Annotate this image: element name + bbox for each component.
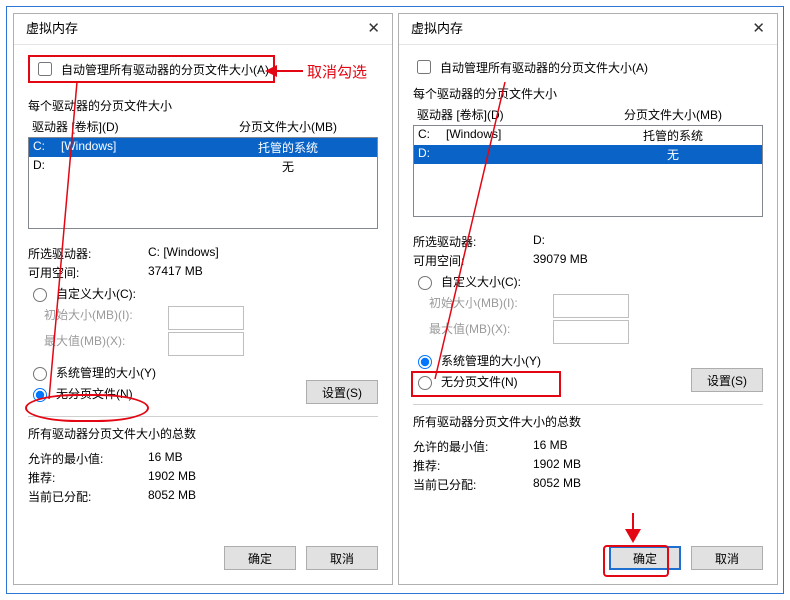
auto-manage-checkbox[interactable] [417, 60, 431, 74]
drive-list[interactable]: C: [Windows] 托管的系统 D: 无 [413, 125, 763, 217]
free-space-value: 39079 MB [533, 252, 588, 269]
allowed-min-value: 16 MB [533, 438, 568, 455]
no-paging-label: 无分页文件(N) [56, 385, 133, 402]
allowed-min-label: 允许的最小值: [413, 438, 533, 455]
max-size-input[interactable] [553, 320, 629, 344]
cancel-button[interactable]: 取消 [306, 546, 378, 570]
drive-list[interactable]: C: [Windows] 托管的系统 D: 无 [28, 137, 378, 229]
initial-size-label: 初始大小(MB)(I): [413, 294, 549, 318]
rec-label: 推荐: [28, 469, 148, 486]
per-drive-heading: 每个驱动器的分页文件大小 [28, 97, 378, 114]
cur-label: 当前已分配: [28, 488, 148, 505]
system-managed-radio[interactable] [418, 355, 432, 369]
no-paging-label: 无分页文件(N) [441, 373, 518, 390]
list-item[interactable]: D: 无 [414, 145, 762, 164]
no-paging-radio[interactable] [418, 376, 432, 390]
system-managed-label: 系统管理的大小(Y) [441, 352, 541, 369]
rec-value: 1902 MB [533, 457, 581, 474]
dialog-title: 虚拟内存 [26, 14, 78, 44]
ok-button[interactable]: 确定 [224, 546, 296, 570]
virtual-memory-dialog-right: 虚拟内存 ✕ 自动管理所有驱动器的分页文件大小(A) 每个驱动器的分页文件大小 … [398, 13, 778, 585]
custom-size-radio[interactable] [418, 276, 432, 290]
per-drive-heading: 每个驱动器的分页文件大小 [413, 85, 763, 102]
system-managed-label: 系统管理的大小(Y) [56, 364, 156, 381]
list-item[interactable]: C: [Windows] 托管的系统 [414, 126, 762, 145]
list-item[interactable]: D: 无 [29, 157, 377, 176]
initial-size-label: 初始大小(MB)(I): [28, 306, 164, 330]
col-drive-header: 驱动器 [卷标](D) [417, 106, 587, 123]
custom-size-label: 自定义大小(C): [441, 273, 521, 290]
cur-value: 8052 MB [533, 476, 581, 493]
titlebar: 虚拟内存 ✕ [399, 14, 777, 45]
selected-drive-value: C: [Windows] [148, 245, 219, 262]
list-item[interactable]: C: [Windows] 托管的系统 [29, 138, 377, 157]
virtual-memory-dialog-left: 虚拟内存 ✕ 自动管理所有驱动器的分页文件大小(A) 每个驱动器的分页文件大小 … [13, 13, 393, 585]
close-icon[interactable]: ✕ [748, 14, 769, 44]
col-paging-header: 分页文件大小(MB) [587, 106, 759, 123]
rec-label: 推荐: [413, 457, 533, 474]
auto-manage-label: 自动管理所有驱动器的分页文件大小(A) [61, 61, 269, 78]
system-managed-radio[interactable] [33, 367, 47, 381]
annotation-text: 取消勾选 [307, 61, 367, 82]
selected-drive-label: 所选驱动器: [413, 233, 533, 250]
free-space-label: 可用空间: [413, 252, 533, 269]
max-size-label: 最大值(MB)(X): [28, 332, 164, 356]
max-size-label: 最大值(MB)(X): [413, 320, 549, 344]
ok-button[interactable]: 确定 [609, 546, 681, 570]
initial-size-input[interactable] [553, 294, 629, 318]
custom-size-label: 自定义大小(C): [56, 285, 136, 302]
cancel-button[interactable]: 取消 [691, 546, 763, 570]
allowed-min-label: 允许的最小值: [28, 450, 148, 467]
totals-heading: 所有驱动器分页文件大小的总数 [413, 413, 763, 430]
col-paging-header: 分页文件大小(MB) [202, 118, 374, 135]
col-drive-header: 驱动器 [卷标](D) [32, 118, 202, 135]
auto-manage-checkbox[interactable] [38, 62, 52, 76]
free-space-value: 37417 MB [148, 264, 203, 281]
rec-value: 1902 MB [148, 469, 196, 486]
titlebar: 虚拟内存 ✕ [14, 14, 392, 45]
totals-heading: 所有驱动器分页文件大小的总数 [28, 425, 378, 442]
auto-manage-label: 自动管理所有驱动器的分页文件大小(A) [440, 59, 648, 76]
no-paging-radio[interactable] [33, 388, 47, 402]
allowed-min-value: 16 MB [148, 450, 183, 467]
selected-drive-label: 所选驱动器: [28, 245, 148, 262]
initial-size-input[interactable] [168, 306, 244, 330]
cur-value: 8052 MB [148, 488, 196, 505]
cur-label: 当前已分配: [413, 476, 533, 493]
close-icon[interactable]: ✕ [363, 14, 384, 44]
free-space-label: 可用空间: [28, 264, 148, 281]
dialog-title: 虚拟内存 [411, 14, 463, 44]
custom-size-radio[interactable] [33, 288, 47, 302]
selected-drive-value: D: [533, 233, 545, 250]
max-size-input[interactable] [168, 332, 244, 356]
set-button[interactable]: 设置(S) [691, 368, 763, 392]
